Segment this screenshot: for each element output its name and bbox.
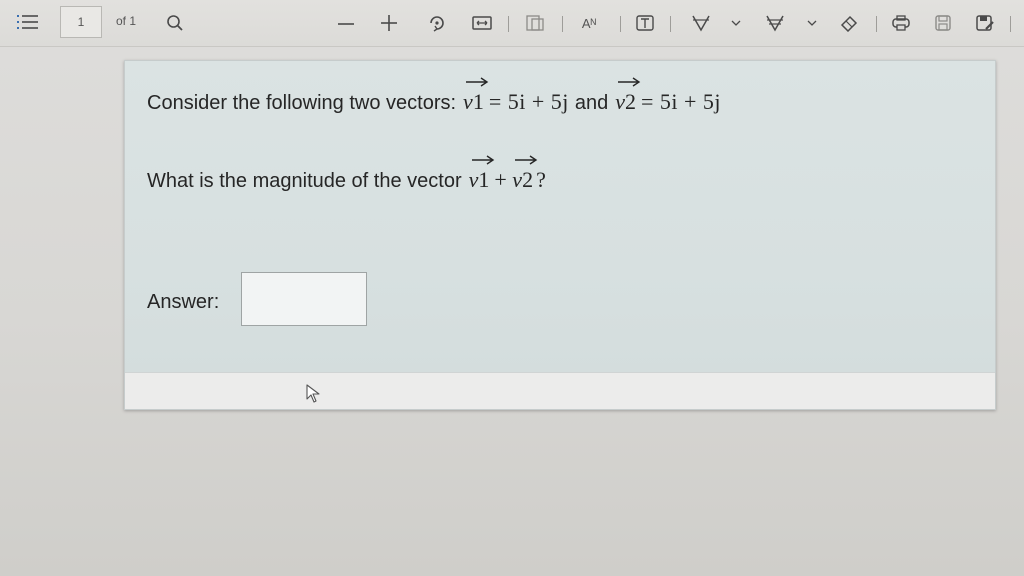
vector-arrow-icon bbox=[471, 155, 494, 165]
question-mark: ? bbox=[536, 167, 547, 192]
answer-label: Answer: bbox=[147, 291, 220, 313]
vector-v2-ref: v2 bbox=[512, 155, 538, 193]
vector-arrow-icon bbox=[466, 77, 489, 87]
draw-options-chevron-icon[interactable] bbox=[730, 18, 742, 28]
answer-input[interactable] bbox=[241, 272, 367, 326]
zoom-in-icon[interactable] bbox=[378, 12, 400, 34]
page-count-label: of 1 bbox=[116, 14, 137, 28]
text-size-label: Aᴺ bbox=[581, 15, 597, 31]
zoom-out-icon[interactable] bbox=[336, 14, 356, 34]
vector-v2-value: = 5i + 5j bbox=[641, 89, 722, 114]
fit-width-icon[interactable] bbox=[472, 14, 492, 32]
vector-arrow-icon bbox=[618, 77, 641, 87]
mouse-pointer-icon bbox=[306, 384, 322, 409]
text-size-icon[interactable]: Aᴺ bbox=[576, 12, 602, 34]
text-box-icon[interactable] bbox=[634, 14, 656, 32]
search-icon[interactable] bbox=[164, 12, 186, 34]
card-footer bbox=[125, 372, 995, 409]
question-vectors-line: Consider the following two vectors: v1 =… bbox=[147, 77, 723, 115]
plus-sign: + bbox=[494, 167, 508, 192]
highlight-icon[interactable] bbox=[764, 14, 786, 32]
vector-v1: v1 bbox=[463, 77, 489, 115]
highlight-options-chevron-icon[interactable] bbox=[806, 18, 818, 28]
erase-icon[interactable] bbox=[838, 13, 860, 33]
save-icon[interactable] bbox=[932, 13, 954, 33]
vector-arrow-icon bbox=[515, 155, 538, 165]
question-prompt-line: What is the magnitude of the vector v1 +… bbox=[147, 155, 548, 193]
page-view-icon[interactable] bbox=[524, 14, 546, 32]
draw-icon[interactable] bbox=[690, 14, 712, 32]
rotate-icon[interactable] bbox=[426, 12, 448, 34]
page-number-input[interactable]: 1 bbox=[60, 6, 102, 38]
vector-v2: v2 bbox=[615, 77, 641, 115]
vector-v1-ref: v1 bbox=[469, 155, 494, 193]
question-prompt-text: What is the magnitude of the vector bbox=[147, 170, 462, 192]
list-icon[interactable] bbox=[16, 12, 40, 32]
question-card: Consider the following two vectors: v1 =… bbox=[124, 60, 996, 410]
pdf-toolbar: 1 of 1 Aᴺ bbox=[0, 0, 1024, 47]
vector-v1-value: = 5i + 5j bbox=[488, 89, 569, 114]
save-as-icon[interactable] bbox=[974, 13, 996, 33]
connector-text: and bbox=[574, 92, 609, 114]
question-intro-text: Consider the following two vectors: bbox=[147, 92, 457, 114]
print-icon[interactable] bbox=[890, 14, 912, 32]
